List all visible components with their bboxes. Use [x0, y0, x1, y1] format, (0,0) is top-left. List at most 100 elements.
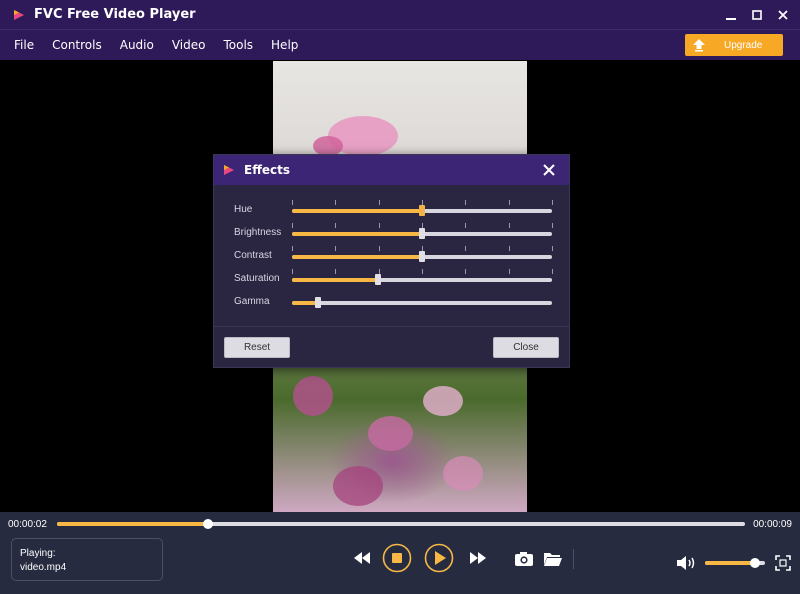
slider-label: Contrast [234, 250, 272, 261]
slider-tick [378, 200, 380, 205]
saturation-slider[interactable] [292, 274, 552, 285]
menu-tools[interactable]: Tools [214, 38, 262, 52]
volume-button[interactable] [676, 554, 698, 572]
slider-tick [508, 246, 510, 251]
upgrade-button[interactable]: Upgrade [685, 34, 783, 56]
seek-bar-fill [57, 522, 209, 526]
slider-row-contrast: Contrast [214, 245, 569, 268]
menu-help[interactable]: Help [262, 38, 307, 52]
volume-fill [705, 561, 756, 565]
window-controls [718, 0, 796, 29]
play-button[interactable] [424, 543, 454, 573]
slider-fill [292, 232, 422, 236]
slider-tick [292, 200, 293, 205]
folder-icon [544, 553, 562, 566]
reset-button[interactable]: Reset [224, 337, 290, 358]
slider-thumb[interactable] [419, 228, 425, 239]
slider-tick [552, 269, 553, 274]
slider-label: Hue [234, 204, 253, 215]
seek-bar[interactable] [57, 519, 745, 529]
title-bar: FVC Free Video Player [0, 0, 800, 29]
minimize-icon [726, 17, 736, 20]
slider-tick [552, 246, 553, 251]
slider-tick [378, 223, 380, 228]
slider-tick [335, 269, 337, 274]
slider-row-brightness: Brightness [214, 222, 569, 245]
rewind-button[interactable] [353, 551, 371, 565]
slider-thumb[interactable] [419, 205, 425, 216]
play-icon [424, 543, 454, 573]
maximize-button[interactable] [744, 0, 770, 29]
slider-tick [292, 223, 293, 228]
slider-tick [508, 223, 510, 228]
menu-file[interactable]: File [5, 38, 43, 52]
volume-thumb[interactable] [750, 558, 761, 568]
slider-label: Gamma [234, 296, 270, 307]
slider-ticks [292, 269, 553, 275]
fullscreen-icon [775, 555, 791, 571]
slider-fill [292, 278, 378, 282]
volume-slider[interactable] [705, 558, 765, 568]
slider-tick [465, 223, 467, 228]
fast-forward-icon [470, 552, 486, 564]
close-button[interactable]: Close [493, 337, 559, 358]
slider-tick [465, 269, 467, 274]
file-name: video.mp4 [20, 562, 67, 573]
stop-button[interactable] [382, 543, 412, 573]
snapshot-button[interactable] [514, 550, 534, 568]
menu-controls[interactable]: Controls [43, 38, 111, 52]
slider-row-gamma: Gamma [214, 291, 569, 314]
close-icon [778, 9, 788, 20]
slider-tick [335, 200, 337, 205]
camera-icon [515, 552, 533, 566]
slider-label: Brightness [234, 227, 282, 238]
effects-dialog: Effects Hue Brightness Contrast Saturati… [213, 154, 570, 368]
slider-tick [378, 246, 380, 251]
slider-tick [292, 246, 293, 251]
minimize-button[interactable] [718, 0, 744, 29]
slider-tick [552, 223, 553, 228]
contrast-slider[interactable] [292, 251, 552, 262]
control-bar: 00:00:02 00:00:09 Playing: video.mp4 [0, 512, 800, 594]
fast-forward-button[interactable] [469, 551, 487, 565]
slider-thumb[interactable] [419, 251, 425, 262]
app-logo-icon [14, 9, 24, 20]
slider-tick [465, 200, 467, 205]
slider-tick [508, 269, 510, 274]
slider-tick [508, 200, 510, 205]
fullscreen-button[interactable] [774, 554, 792, 572]
effects-dialog-title: Effects [244, 163, 291, 177]
maximize-icon [752, 9, 762, 20]
menu-bar: File Controls Audio Video Tools Help Upg… [0, 29, 800, 60]
rewind-icon [354, 552, 370, 564]
menu-audio[interactable]: Audio [111, 38, 163, 52]
effects-dialog-footer: Reset Close [214, 327, 569, 369]
open-file-button[interactable] [542, 550, 564, 568]
slider-thumb[interactable] [315, 297, 321, 308]
slider-tick [422, 269, 423, 274]
control-separator [573, 549, 574, 569]
close-window-button[interactable] [770, 0, 796, 29]
gamma-slider[interactable] [292, 297, 552, 308]
menu-video[interactable]: Video [163, 38, 215, 52]
upgrade-arrow-icon [693, 39, 705, 52]
playing-label: Playing: [20, 548, 56, 559]
slider-tick [335, 223, 337, 228]
slider-tick [465, 246, 467, 251]
upgrade-label: Upgrade [724, 39, 763, 51]
now-playing-box: Playing: video.mp4 [11, 538, 163, 581]
slider-thumb[interactable] [374, 274, 381, 285]
slider-tick [552, 200, 553, 205]
current-time: 00:00:02 [8, 519, 47, 530]
slider-tick [292, 269, 293, 274]
dialog-close-icon[interactable] [541, 162, 557, 178]
seek-bar-thumb[interactable] [203, 519, 214, 529]
brightness-slider[interactable] [292, 228, 552, 239]
app-title: FVC Free Video Player [34, 7, 196, 22]
slider-row-hue: Hue [214, 199, 569, 222]
effects-sliders: Hue Brightness Contrast Saturation Gamma [214, 185, 569, 327]
slider-label: Saturation [234, 273, 280, 284]
speaker-icon [677, 556, 695, 570]
hue-slider[interactable] [292, 205, 552, 216]
slider-fill [292, 209, 422, 213]
